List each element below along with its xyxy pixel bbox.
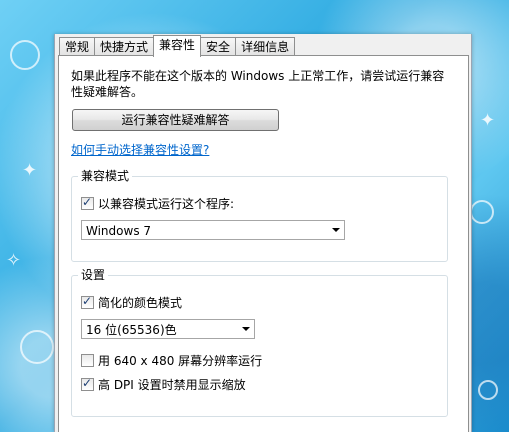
bubble-decoration [470, 200, 494, 224]
compat-mode-group: 兼容模式 ✓ 以兼容模式运行这个程序: Windows 7 [71, 168, 448, 262]
compat-mode-title: 兼容模式 [78, 168, 133, 184]
os-version-select[interactable]: Windows 7 [81, 220, 345, 240]
tab-strip: 常规 快捷方式 兼容性 安全 详细信息 [59, 35, 296, 57]
settings-title: 设置 [78, 267, 109, 283]
star-icon: ✦ [480, 110, 496, 131]
bubble-decoration [478, 380, 498, 400]
checkmark-icon: ✓ [82, 294, 93, 308]
color-depth-value: 16 位(65536)色 [86, 323, 177, 337]
tab-general[interactable]: 常规 [59, 37, 96, 56]
tab-compatibility[interactable]: 兼容性 [153, 35, 202, 57]
chevron-down-icon [242, 327, 250, 331]
dpi-scaling-label: 高 DPI 设置时禁用显示缩放 [98, 378, 246, 392]
compat-mode-label: 以兼容模式运行这个程序: [98, 197, 235, 211]
reduced-color-checkbox[interactable]: ✓ [81, 294, 94, 309]
properties-dialog: 常规 快捷方式 兼容性 安全 详细信息 如果此程序不能在这个版本的 Window… [54, 34, 472, 432]
res-640-label: 用 640 x 480 屏幕分辨率运行 [98, 354, 263, 368]
dpi-scaling-checkbox[interactable]: ✓ [81, 376, 94, 391]
compatibility-panel: 如果此程序不能在这个版本的 Windows 上正常工作，请尝试运行兼容性疑难解答… [58, 55, 469, 432]
checkmark-icon: ✓ [82, 195, 93, 209]
os-version-value: Windows 7 [86, 224, 152, 238]
tab-details[interactable]: 详细信息 [235, 37, 296, 56]
compat-mode-checkbox[interactable]: ✓ [81, 195, 94, 210]
color-depth-select[interactable]: 16 位(65536)色 [81, 319, 255, 339]
tab-security[interactable]: 安全 [200, 37, 237, 56]
bubble-decoration [10, 40, 40, 70]
run-troubleshooter-button[interactable]: 运行兼容性疑难解答 [72, 109, 279, 131]
res-640-row[interactable]: 用 640 x 480 屏幕分辨率运行 [81, 352, 262, 369]
reduced-color-row[interactable]: ✓ 简化的颜色模式 [81, 294, 182, 311]
manual-settings-link[interactable]: 如何手动选择兼容性设置? [71, 141, 209, 158]
bubble-decoration [20, 330, 54, 364]
reduced-color-label: 简化的颜色模式 [98, 296, 183, 310]
star-icon: ✦ [22, 160, 38, 181]
chevron-down-icon [332, 228, 340, 232]
checkmark-icon: ✓ [82, 376, 93, 390]
res-640-checkbox[interactable] [81, 354, 94, 367]
compat-mode-row[interactable]: ✓ 以兼容模式运行这个程序: [81, 195, 234, 212]
compat-description: 如果此程序不能在这个版本的 Windows 上正常工作，请尝试运行兼容性疑难解答… [71, 69, 445, 99]
settings-group: 设置 ✓ 简化的颜色模式 16 位(65536)色 用 640 x 480 屏幕… [71, 267, 448, 417]
tab-shortcut[interactable]: 快捷方式 [94, 37, 155, 56]
dpi-scaling-row[interactable]: ✓ 高 DPI 设置时禁用显示缩放 [81, 376, 246, 393]
star-icon: ✧ [6, 250, 22, 271]
